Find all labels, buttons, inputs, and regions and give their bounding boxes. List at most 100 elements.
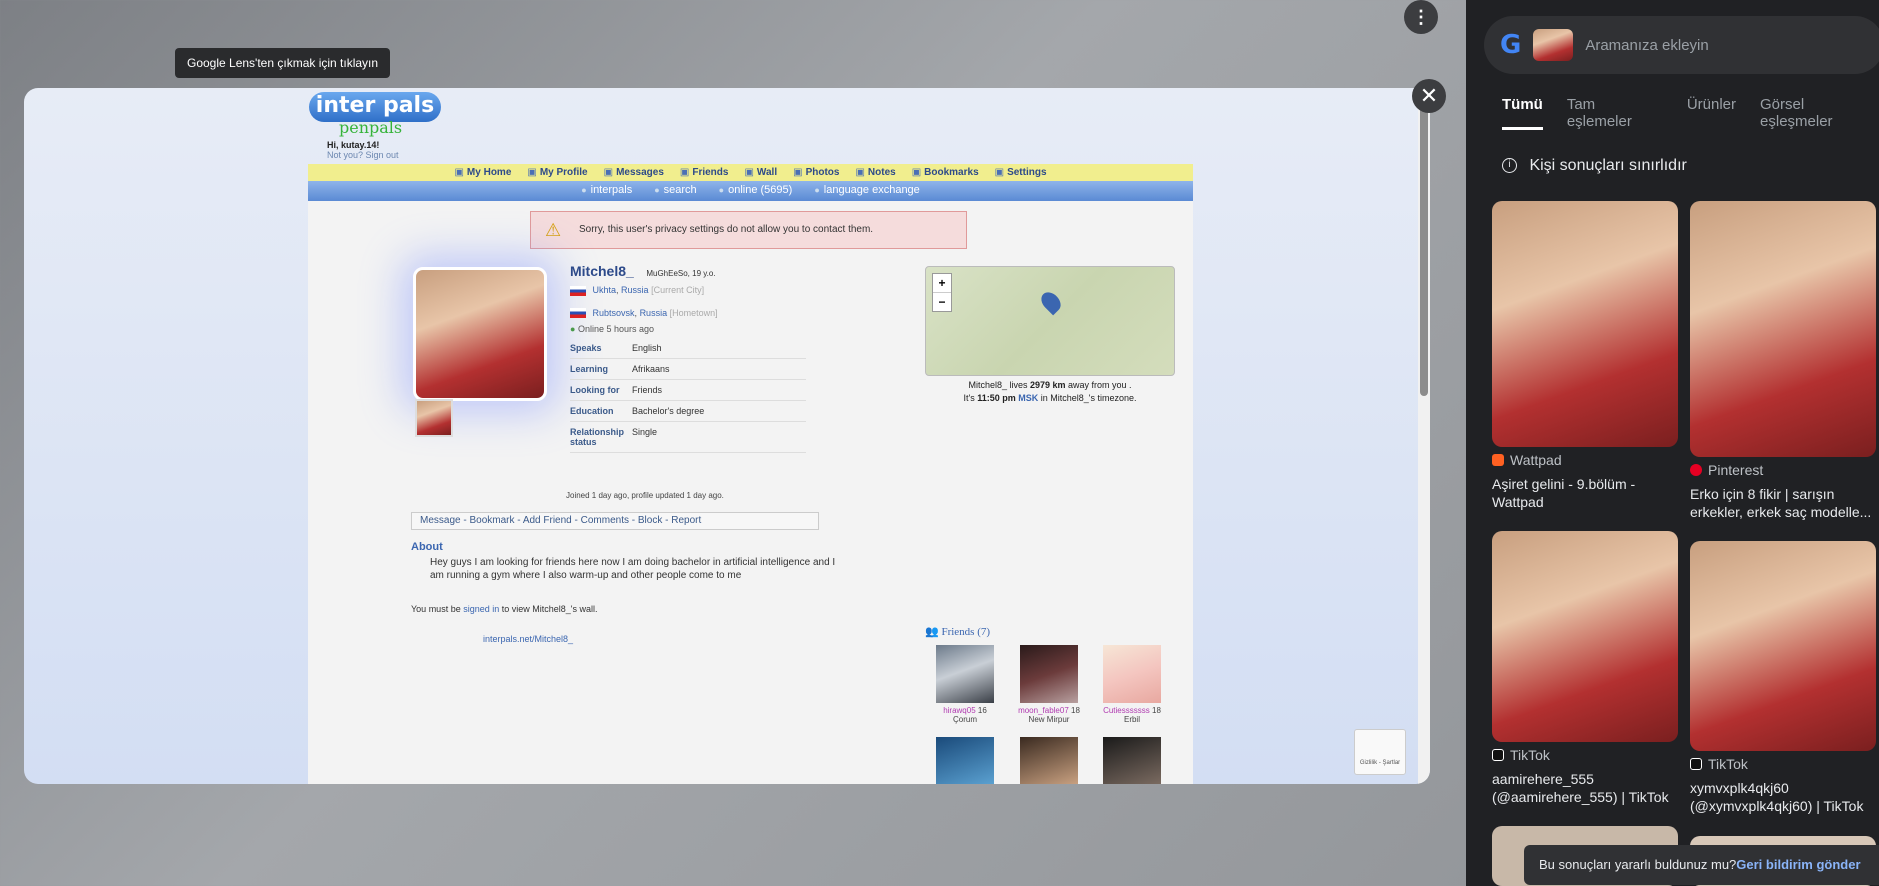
- field-value: Single: [632, 427, 658, 438]
- sign-in-link[interactable]: signed in: [463, 604, 499, 614]
- nav-photos[interactable]: Photos: [793, 164, 840, 181]
- result-image[interactable]: [1690, 541, 1876, 751]
- tab-visual-matches[interactable]: Görsel eşleşmeler: [1760, 96, 1879, 130]
- hometown-line: Rubtsovsk, Russia [Hometown]: [570, 308, 820, 319]
- result-title[interactable]: Aşiret gelini - 9.bölüm - Wattpad: [1492, 475, 1682, 511]
- nav-settings[interactable]: Settings: [995, 164, 1046, 181]
- nav-search[interactable]: search: [654, 181, 697, 201]
- result-source: TikTok: [1492, 747, 1550, 763]
- hometown-label: [Hometown]: [669, 307, 718, 318]
- friend-name[interactable]: hirawq05: [943, 706, 975, 715]
- bookmark-action[interactable]: Bookmark: [469, 515, 514, 526]
- friend-avatar[interactable]: [1103, 737, 1161, 784]
- field-key: Speaks: [570, 343, 602, 354]
- send-feedback-link[interactable]: Geri bildirim gönder: [1736, 857, 1860, 872]
- user-meta: MuGhEeSo, 19 y.o.: [646, 269, 716, 278]
- source-name: Wattpad: [1510, 452, 1562, 468]
- timezone[interactable]: MSK: [1018, 393, 1038, 403]
- interpals-logo[interactable]: inter pals penpals: [309, 92, 441, 137]
- notice-text: Kişi sonuçları sınırlıdır: [1529, 157, 1687, 174]
- source-name: TikTok: [1510, 747, 1550, 763]
- friend-avatar[interactable]: [1020, 645, 1078, 703]
- friend-name[interactable]: Cutiesssssss: [1103, 706, 1150, 715]
- profile-photo-thumbnail[interactable]: [415, 399, 453, 437]
- tab-exact-matches[interactable]: Tam eşlemeler: [1567, 96, 1663, 130]
- close-icon[interactable]: ✕: [1412, 79, 1446, 113]
- nav-online[interactable]: online (5695): [719, 181, 792, 201]
- result-tabs: Tümü Tam eşlemeler Ürünler Görsel eşleşm…: [1502, 96, 1879, 130]
- block-action[interactable]: Block: [638, 515, 662, 526]
- online-icon: ●: [570, 324, 576, 335]
- exit-lens-tooltip: Google Lens'ten çıkmak için tıklayın: [175, 48, 391, 78]
- russia-flag-icon: [570, 308, 586, 319]
- recaptcha-badge[interactable]: Gizlilik - Şartlar: [1354, 729, 1406, 775]
- nav-messages[interactable]: Messages: [604, 164, 664, 181]
- result-title[interactable]: aamirehere_555 (@aamirehere_555) | TikTo…: [1492, 770, 1682, 806]
- info-icon[interactable]: i: [1502, 158, 1517, 174]
- friend-name[interactable]: moon_fable07: [1018, 706, 1069, 715]
- nav-notes[interactable]: Notes: [855, 164, 896, 181]
- report-action[interactable]: Report: [671, 515, 701, 526]
- time-pre: It's: [963, 393, 978, 403]
- add-friend-action[interactable]: Add Friend: [523, 515, 572, 526]
- friend-avatar[interactable]: [1103, 645, 1161, 703]
- joined-text: Joined 1 day ago, profile updated 1 day …: [566, 491, 724, 500]
- field-learning: Learning Afrikaans: [570, 359, 806, 381]
- field-key: Education: [570, 406, 614, 417]
- online-text: Online 5 hours ago: [577, 324, 655, 335]
- nav-wall[interactable]: Wall: [744, 164, 777, 181]
- friends-title[interactable]: 👥 Friends (7): [925, 625, 990, 638]
- more-options-icon[interactable]: ⋮: [1404, 0, 1438, 34]
- nav-interpals[interactable]: interpals: [581, 181, 633, 201]
- nav-my-profile[interactable]: My Profile: [527, 164, 588, 181]
- zoom-out-button[interactable]: −: [933, 292, 951, 311]
- profile-actions: Message - Bookmark - Add Friend - Commen…: [411, 512, 819, 530]
- field-speaks: Speaks English: [570, 338, 806, 360]
- friend-avatar[interactable]: [936, 737, 994, 784]
- map-pin-icon: [1037, 288, 1065, 316]
- field-value[interactable]: Afrikaans: [632, 364, 670, 374]
- field-value[interactable]: English: [632, 343, 662, 353]
- nav-friends[interactable]: Friends: [680, 164, 728, 181]
- result-image[interactable]: [1690, 201, 1876, 457]
- result-image[interactable]: [1492, 201, 1678, 447]
- search-placeholder[interactable]: Aramanıza ekleyin: [1585, 37, 1708, 54]
- logo-sub-text: penpals: [339, 118, 403, 137]
- tab-all[interactable]: Tümü: [1502, 96, 1543, 130]
- friend-avatar[interactable]: [936, 645, 994, 703]
- home-country[interactable]: Russia: [640, 308, 668, 318]
- nav-my-home[interactable]: My Home: [454, 164, 511, 181]
- friend-age: 18: [1071, 706, 1080, 715]
- friend-city: Çorum: [952, 715, 977, 724]
- friend-avatar[interactable]: [1020, 737, 1078, 784]
- tiktok-icon: [1690, 758, 1702, 770]
- lens-search-bar[interactable]: G Aramanıza ekleyin: [1484, 16, 1879, 74]
- screenshot-frame: inter pals penpals Hi, kutay.14! Not you…: [24, 88, 1430, 784]
- current-country[interactable]: Russia: [621, 285, 649, 295]
- feedback-question: Bu sonuçları yararlı buldunuz mu?: [1539, 857, 1737, 872]
- result-title[interactable]: xymvxplk4qkj60 (@xymvxplk4qkj60) | TikTo…: [1690, 779, 1879, 815]
- current-city[interactable]: Ukhta: [593, 285, 617, 295]
- home-city[interactable]: Rubtsovsk: [593, 308, 635, 318]
- friend-age: 18: [1152, 706, 1161, 715]
- message-action[interactable]: Message: [420, 515, 461, 526]
- field-key: Learning: [570, 364, 609, 375]
- frame-scrollbar[interactable]: [1418, 88, 1430, 784]
- wall-pre: You must be: [411, 604, 464, 614]
- nav-bookmarks[interactable]: Bookmarks: [912, 164, 978, 181]
- zoom-in-button[interactable]: +: [933, 274, 951, 292]
- sign-out-link[interactable]: Not you? Sign out: [327, 150, 399, 160]
- result-source: Wattpad: [1492, 452, 1562, 468]
- search-image-thumbnail[interactable]: [1533, 29, 1574, 61]
- result-image[interactable]: [1492, 531, 1678, 742]
- scrollbar-thumb[interactable]: [1420, 96, 1428, 396]
- nav-language-exchange[interactable]: language exchange: [814, 181, 920, 201]
- distance-post: away from you .: [1065, 380, 1132, 390]
- distance-pre: Mitchel8_ lives: [968, 380, 1030, 390]
- profile-url[interactable]: interpals.net/Mitchel8_: [483, 634, 573, 644]
- profile-photo[interactable]: [413, 267, 547, 401]
- location-map[interactable]: + −: [925, 266, 1175, 376]
- tab-products[interactable]: Ürünler: [1687, 96, 1736, 130]
- result-title[interactable]: Erko için 8 fikir | sarışın erkekler, er…: [1690, 485, 1879, 521]
- comments-action[interactable]: Comments: [581, 515, 629, 526]
